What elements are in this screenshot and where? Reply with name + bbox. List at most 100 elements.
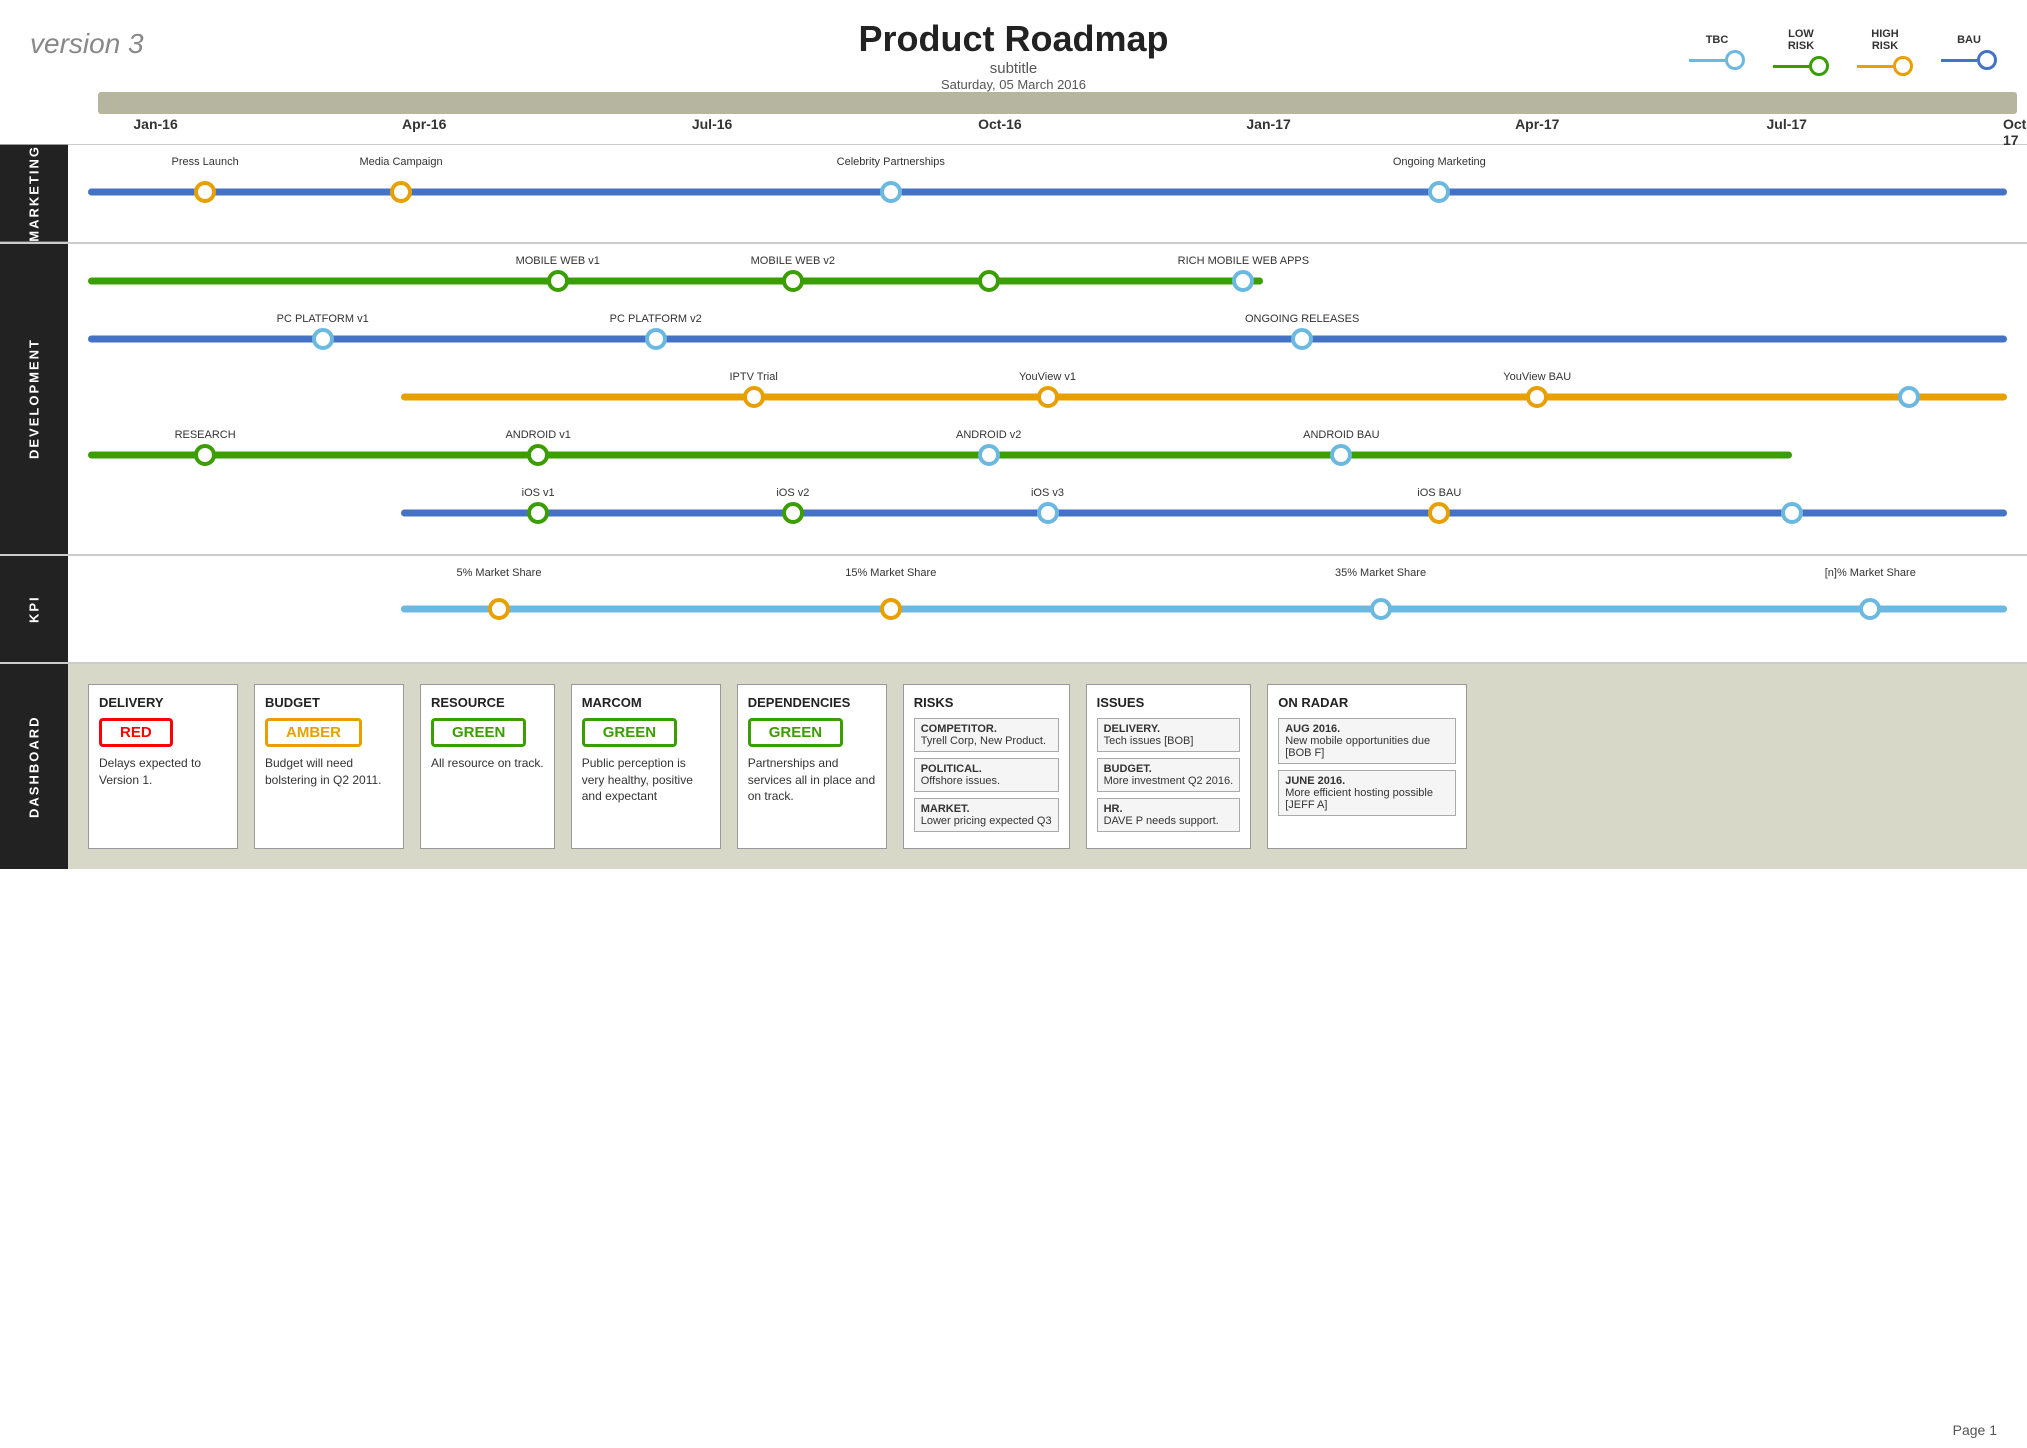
page-container: version 3 Product Roadmap subtitle Satur… bbox=[0, 0, 2027, 1448]
dashboard-card-text: Partnerships and services all in place a… bbox=[748, 755, 876, 805]
gantt-dot bbox=[194, 181, 216, 203]
gantt-bar bbox=[401, 509, 2007, 516]
dashboard-card-marcom: MARCOM GREEN Public perception is very hea… bbox=[571, 684, 721, 849]
gantt-row: IPTV Trial YouView v1 YouView BAU bbox=[68, 368, 2027, 426]
gantt-dot bbox=[1330, 444, 1352, 466]
gantt-dot bbox=[312, 328, 334, 350]
gantt-dot bbox=[782, 502, 804, 524]
legend-high-risk-label: HIGHRISK bbox=[1871, 28, 1899, 52]
dashboard-badge-budget: AMBER bbox=[265, 718, 362, 747]
gantt-label: ANDROID v2 bbox=[956, 428, 1021, 442]
marketing-label: MARKETING bbox=[0, 145, 68, 242]
gantt-dot bbox=[194, 444, 216, 466]
gantt-label: 35% Market Share bbox=[1335, 566, 1426, 580]
legend-high-risk: HIGHRISK bbox=[1857, 28, 1913, 76]
dashboard-label: DASHBOARD bbox=[0, 664, 68, 869]
gantt-dot bbox=[1781, 502, 1803, 524]
gantt-dot bbox=[488, 598, 510, 620]
risks-title: RISKS bbox=[914, 695, 1059, 710]
gantt-label: Celebrity Partnerships bbox=[837, 155, 945, 169]
gantt-dot bbox=[1037, 502, 1059, 524]
gantt-dot bbox=[390, 181, 412, 203]
gantt-dot bbox=[743, 386, 765, 408]
gantt-label: RICH MOBILE WEB APPS bbox=[1178, 254, 1309, 268]
page-title: Product Roadmap bbox=[858, 18, 1168, 60]
gantt-label: Press Launch bbox=[171, 155, 238, 169]
issues-title: ISSUES bbox=[1097, 695, 1241, 710]
legend-low-risk: LOWRISK bbox=[1773, 28, 1829, 76]
page-footer: Page 1 bbox=[1953, 1422, 1997, 1438]
gantt-dot bbox=[978, 444, 1000, 466]
gantt-label: Ongoing Marketing bbox=[1393, 155, 1486, 169]
kpi-label: KPI bbox=[0, 556, 68, 662]
gantt-bar bbox=[88, 189, 2008, 196]
version-label: version 3 bbox=[30, 28, 190, 60]
gantt-dot bbox=[1037, 386, 1059, 408]
gantt-dot bbox=[1291, 328, 1313, 350]
dashboard-card-budget: BUDGET AMBER Budget will need bolstering i… bbox=[254, 684, 404, 849]
timeline-month-label: Oct-16 bbox=[978, 116, 1022, 132]
gantt-label: IPTV Trial bbox=[729, 370, 777, 384]
gantt-row: 5% Market Share15% Market Share35% Marke… bbox=[68, 564, 2027, 654]
legend-low-risk-label: LOWRISK bbox=[1788, 28, 1814, 52]
dashboard-card-title: BUDGET bbox=[265, 695, 393, 710]
gantt-bar bbox=[88, 277, 1263, 284]
dashboard-badge-resource: GREEN bbox=[431, 718, 526, 747]
gantt-row: RESEARCHANDROID v1ANDROID v2ANDROID BAU bbox=[68, 426, 2027, 484]
title-center: Product Roadmap subtitle Saturday, 05 Ma… bbox=[858, 18, 1168, 92]
dashboard-badge-marcom: GREEN bbox=[582, 718, 677, 747]
dashboard-section: DASHBOARD DELIVERYREDDelays expected to … bbox=[0, 663, 2027, 869]
dashboard-card-title: DEPENDENCIES bbox=[748, 695, 876, 710]
risk-item: COMPETITOR.Tyrell Corp, New Product. bbox=[914, 718, 1059, 752]
dashboard-card-resource: RESOURCE GREEN All resource on track. bbox=[420, 684, 555, 849]
gantt-dot bbox=[1428, 181, 1450, 203]
gantt-dot bbox=[782, 270, 804, 292]
legend-tbc-label: TBC bbox=[1706, 34, 1729, 46]
timeline-header: Jan-16Apr-16Jul-16Oct-16Jan-17Apr-17Jul-… bbox=[68, 92, 2027, 144]
dashboard-card-title: MARCOM bbox=[582, 695, 710, 710]
gantt-dot bbox=[1898, 386, 1920, 408]
kpi-section: KPI 5% Market Share15% Market Share35% M… bbox=[0, 555, 2027, 663]
gantt-dot bbox=[1232, 270, 1254, 292]
gantt-label: YouView v1 bbox=[1019, 370, 1076, 384]
dashboard-card-title: RESOURCE bbox=[431, 695, 544, 710]
legend-tbc: TBC bbox=[1689, 34, 1745, 70]
gantt-dot bbox=[547, 270, 569, 292]
gantt-dot bbox=[1859, 598, 1881, 620]
gantt-row: Press LaunchMedia CampaignCelebrity Part… bbox=[68, 153, 2027, 231]
risk-item: POLITICAL.Offshore issues. bbox=[914, 758, 1059, 792]
issue-item: HR.DAVE P needs support. bbox=[1097, 798, 1241, 832]
legend-bau-label: BAU bbox=[1957, 34, 1981, 46]
gantt-dot bbox=[880, 598, 902, 620]
gantt-row: MOBILE WEB v1MOBILE WEB v2RICH MOBILE WE… bbox=[68, 252, 2027, 310]
gantt-dot bbox=[645, 328, 667, 350]
gantt-label: PC PLATFORM v1 bbox=[277, 312, 369, 326]
dashboard-card-text: Budget will need bolstering in Q2 2011. bbox=[265, 755, 393, 789]
gantt-dot bbox=[880, 181, 902, 203]
radar-item: JUNE 2016.More efficient hosting possibl… bbox=[1278, 770, 1456, 816]
development-label: DEVELOPMENT bbox=[0, 244, 68, 554]
gantt-dot bbox=[1526, 386, 1548, 408]
timeline-month-label: Apr-16 bbox=[402, 116, 446, 132]
gantt-label: YouView BAU bbox=[1503, 370, 1571, 384]
gantt-row: PC PLATFORM v1PC PLATFORM v2ONGOING RELE… bbox=[68, 310, 2027, 368]
gantt-bar bbox=[88, 335, 2008, 342]
gantt-dot bbox=[1428, 502, 1450, 524]
gantt-dot bbox=[527, 502, 549, 524]
gantt-dot bbox=[1370, 598, 1392, 620]
dashboard-issues-card: ISSUESDELIVERY.Tech issues [BOB]BUDGET.M… bbox=[1086, 684, 1252, 849]
development-content: MOBILE WEB v1MOBILE WEB v2RICH MOBILE WE… bbox=[68, 244, 2027, 554]
gantt-dot bbox=[978, 270, 1000, 292]
timeline-month-label: Jan-17 bbox=[1246, 116, 1290, 132]
legend-bau: BAU bbox=[1941, 34, 1997, 70]
timeline-month-label: Jul-17 bbox=[1766, 116, 1806, 132]
kpi-content: 5% Market Share15% Market Share35% Marke… bbox=[68, 556, 2027, 662]
gantt-dot bbox=[527, 444, 549, 466]
dashboard-card-text: All resource on track. bbox=[431, 755, 544, 772]
timeline-month-label: Jul-16 bbox=[692, 116, 732, 132]
dashboard-card-text: Public perception is very healthy, posit… bbox=[582, 755, 710, 805]
gantt-label: 5% Market Share bbox=[456, 566, 541, 580]
issue-item: DELIVERY.Tech issues [BOB] bbox=[1097, 718, 1241, 752]
gantt-label: iOS BAU bbox=[1417, 486, 1461, 500]
gantt-label: iOS v1 bbox=[522, 486, 555, 500]
